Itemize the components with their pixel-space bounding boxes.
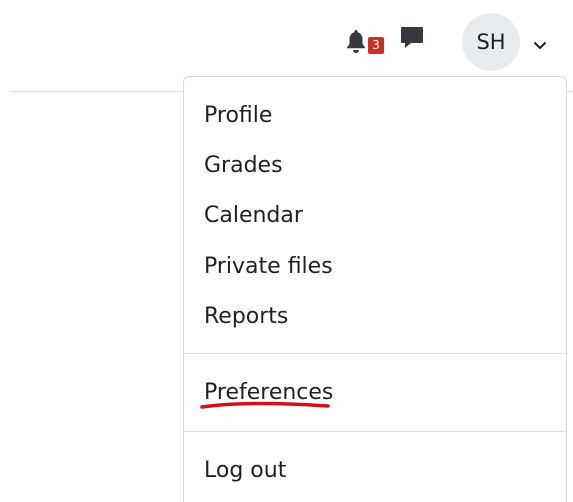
menu-item-reports[interactable]: Reports (204, 302, 288, 332)
menu-item-profile[interactable]: Profile (204, 101, 272, 131)
messages-button[interactable] (399, 25, 431, 57)
user-dropdown-menu: Profile Grades Calendar Private files Re… (183, 76, 567, 502)
bell-icon (347, 30, 365, 53)
menu-divider (184, 353, 566, 354)
menu-item-grades[interactable]: Grades (204, 151, 283, 181)
notification-count-badge: 3 (368, 37, 384, 54)
menu-item-log-out[interactable]: Log out (204, 456, 286, 486)
red-underline-annotation (200, 401, 330, 409)
chevron-down-icon (534, 42, 546, 49)
user-menu-toggle[interactable] (533, 36, 547, 49)
notifications-button[interactable]: 3 (342, 24, 384, 58)
page: 3 SH Profile Grades Calendar Private fil… (0, 0, 573, 502)
menu-item-private-files[interactable]: Private files (204, 252, 333, 282)
menu-item-calendar[interactable]: Calendar (204, 201, 303, 231)
user-avatar[interactable]: SH (462, 13, 520, 71)
chat-icon (401, 27, 423, 48)
menu-divider (184, 431, 566, 432)
